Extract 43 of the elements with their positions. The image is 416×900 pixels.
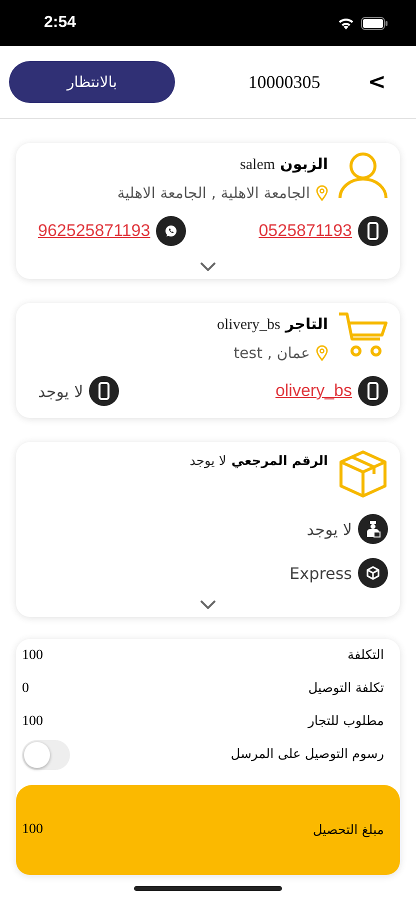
driver-name: لا يوجد (306, 520, 352, 538)
merchant-label: التاجر (285, 315, 328, 333)
status-badge[interactable]: بالانتظار (9, 61, 175, 103)
toggle-label: رسوم التوصيل على المرسل (230, 747, 384, 762)
cube-icon (358, 558, 388, 588)
phone-text: لا يوجد (38, 382, 84, 400)
total-value: 100 (22, 822, 43, 838)
order-number: 10000305 (248, 72, 320, 92)
summary-value: 100 (22, 714, 43, 730)
status-time: 2:54 (44, 14, 76, 32)
cart-icon (338, 311, 388, 359)
location-pin-icon (316, 345, 328, 361)
summary-label: مطلوب للتجار (308, 714, 384, 729)
phone-icon[interactable] (358, 216, 388, 246)
summary-label: تكلفة التوصيل (308, 681, 384, 696)
phone-link[interactable]: olivery_bs (275, 381, 352, 401)
phone-icon[interactable] (89, 376, 120, 406)
summary-label: التكلفة (347, 648, 384, 663)
box-icon (338, 450, 388, 498)
summary-value: 100 (22, 648, 43, 664)
chevron-down-icon[interactable] (200, 262, 216, 271)
toggle-switch[interactable] (22, 740, 70, 770)
total-label: مبلغ التحصيل (312, 822, 384, 838)
location-pin-icon (316, 185, 328, 201)
phone-link[interactable]: 0525871193 (258, 221, 352, 241)
summary-value: 0 (22, 680, 29, 696)
battery-icon (361, 16, 388, 30)
chevron-down-icon[interactable] (200, 600, 216, 609)
person-icon (338, 151, 388, 199)
merchant-address: عمان , test (234, 344, 310, 362)
courier-icon (358, 514, 388, 544)
customer-label: الزبون (280, 155, 328, 173)
merchant-name: olivery_bs (217, 317, 280, 334)
back-button[interactable]: > (364, 70, 390, 94)
customer-name: salem (240, 157, 276, 174)
phone-icon[interactable] (358, 376, 388, 406)
whatsapp-icon[interactable] (156, 216, 186, 246)
reference-label: الرقم المرجعي (231, 454, 328, 469)
wifi-icon (337, 16, 355, 30)
reference-value: لا يوجد (190, 454, 226, 469)
service-type: Express (290, 564, 352, 582)
customer-address: الجامعة الاهلية , الجامعة الاهلية (117, 184, 310, 202)
whatsapp-link[interactable]: 962525871193 (38, 221, 150, 241)
